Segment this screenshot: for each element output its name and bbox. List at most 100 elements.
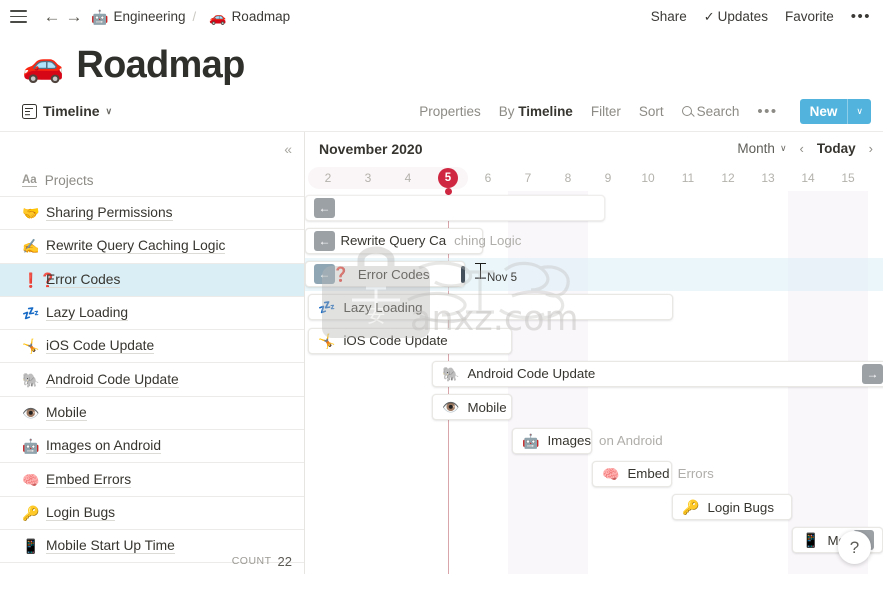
- scroll-left-badge-icon[interactable]: ←: [314, 197, 335, 218]
- timeline-day-cell[interactable]: 10: [628, 165, 668, 191]
- timeline-row: 🧠 Embed Errors: [305, 457, 883, 490]
- timeline-row: ✍️Rewrite Query Caching Logic←: [305, 224, 883, 257]
- timeline-bar[interactable]: 💤 Lazy Loading: [308, 294, 673, 321]
- search-button[interactable]: Search: [681, 104, 739, 119]
- sidebar-column-header[interactable]: Aa Projects: [0, 165, 304, 197]
- bar-emoji-icon: 🤖: [522, 432, 540, 449]
- top-bar-actions: Share ✓ Updates Favorite •••: [651, 9, 871, 25]
- timeline-day-cell[interactable]: 4: [388, 165, 428, 191]
- share-button[interactable]: Share: [651, 9, 687, 24]
- timeline-day-header: 2 3 4 5 6 7 8 9 10 11 12 13 14 15: [305, 165, 883, 191]
- day-number-label: 13: [761, 171, 775, 185]
- day-number-label: 6: [484, 171, 492, 185]
- project-title-label: Android Code Update: [46, 371, 179, 388]
- project-title-label: Lazy Loading: [46, 305, 129, 322]
- filter-button[interactable]: Filter: [591, 104, 621, 119]
- bar-title-label: Images: [547, 433, 592, 449]
- timeline-bar[interactable]: [305, 194, 605, 221]
- timeline-day-cell[interactable]: 7: [508, 165, 548, 191]
- project-emoji-icon: 🤖: [22, 438, 40, 455]
- scroll-right-badge-icon[interactable]: →: [862, 363, 883, 384]
- forward-arrow-icon[interactable]: →: [63, 8, 85, 25]
- project-title-label: Mobile: [46, 404, 87, 421]
- sidebar-row[interactable]: ✍️ Rewrite Query Caching Logic: [0, 230, 304, 264]
- sidebar-row[interactable]: 🤸 iOS Code Update: [0, 330, 304, 364]
- timeline-bar[interactable]: 🔑 Login Bugs: [672, 494, 792, 521]
- breadcrumb-item-engineering[interactable]: 🤖 Engineering: [91, 9, 186, 24]
- new-button[interactable]: New ∨: [799, 98, 871, 124]
- zoom-level-select[interactable]: Month ∨: [737, 141, 786, 156]
- timeline-day-cell[interactable]: 8: [548, 165, 588, 191]
- sidebar-row[interactable]: 👁️ Mobile: [0, 397, 304, 431]
- day-number-label: 15: [841, 171, 855, 185]
- sidebar-row[interactable]: 🧠 Embed Errors: [0, 463, 304, 497]
- view-tab-timeline[interactable]: Timeline ∨: [22, 103, 112, 119]
- sidebar-row[interactable]: 🔑 Login Bugs: [0, 497, 304, 530]
- timeline-day-cell[interactable]: 6: [468, 165, 508, 191]
- bar-emoji-icon: 🧠: [602, 465, 620, 482]
- bar-resize-handle[interactable]: [461, 265, 465, 283]
- bar-title-label: Android Code Update: [467, 366, 596, 382]
- page-title-row: 🚗 Roadmap: [0, 33, 883, 91]
- timeline-day-cell[interactable]: 2: [308, 165, 348, 191]
- breadcrumb-separator: /: [192, 9, 197, 24]
- help-button[interactable]: ?: [838, 531, 871, 564]
- toolbar-more-icon[interactable]: •••: [757, 104, 777, 119]
- chevron-down-icon: ∨: [779, 143, 787, 153]
- timeline-row: 🤖 Images on Android: [305, 424, 883, 457]
- bar-emoji-icon: 💤: [318, 299, 336, 316]
- today-button[interactable]: Today: [817, 141, 856, 156]
- project-emoji-icon: 🤝: [22, 205, 40, 222]
- scroll-left-badge-icon[interactable]: ←: [314, 230, 335, 251]
- timeline-day-cell[interactable]: 13: [748, 165, 788, 191]
- bar-emoji-icon: 🔑: [682, 499, 700, 516]
- sidebar-row[interactable]: 💤 Lazy Loading: [0, 297, 304, 331]
- sidebar-row[interactable]: ❗❓ Error Codes: [0, 263, 304, 297]
- robot-icon: 🤖: [91, 8, 109, 25]
- updates-button[interactable]: ✓ Updates: [704, 9, 768, 25]
- timeline-bar[interactable]: 🤖 Images on Android: [512, 427, 663, 454]
- scroll-left-badge-icon[interactable]: ←: [314, 264, 335, 285]
- timeline-day-cell[interactable]: 15: [828, 165, 868, 191]
- breadcrumb-label-engineering: Engineering: [113, 9, 186, 24]
- timeline-row: 📱Mobile→: [305, 524, 883, 557]
- timeline-bar[interactable]: 🧠 Embed Errors: [592, 460, 714, 487]
- back-arrow-icon[interactable]: ←: [41, 8, 63, 25]
- timeline-bar[interactable]: 🐘 Android Code Update: [432, 360, 883, 387]
- collapse-sidebar-icon[interactable]: «: [284, 141, 292, 157]
- updates-label: Updates: [717, 8, 768, 24]
- sidebar-row[interactable]: 🤖 Images on Android: [0, 430, 304, 464]
- timeline-day-cell[interactable]: 14: [788, 165, 828, 191]
- timeline-row: 💤 Lazy Loading: [305, 291, 883, 324]
- breadcrumb-label-roadmap: Roadmap: [231, 9, 291, 24]
- page-icon-car[interactable]: 🚗: [22, 48, 64, 82]
- prev-period-button[interactable]: ‹: [800, 141, 804, 156]
- by-timeline-button[interactable]: By Timeline: [499, 104, 573, 119]
- next-period-button[interactable]: ›: [869, 141, 873, 156]
- more-options-icon[interactable]: •••: [851, 9, 871, 24]
- drag-date-tooltip: Nov 5: [487, 271, 518, 284]
- project-emoji-icon: 🔑: [22, 504, 40, 521]
- favorite-button[interactable]: Favorite: [785, 9, 834, 24]
- sort-button[interactable]: Sort: [639, 104, 664, 119]
- breadcrumb-item-roadmap[interactable]: 🚗 Roadmap: [209, 9, 290, 24]
- bar-emoji-icon: 📱: [802, 532, 820, 549]
- menu-icon[interactable]: [10, 10, 27, 23]
- new-button-label: New: [809, 103, 838, 119]
- properties-button[interactable]: Properties: [419, 104, 481, 119]
- car-icon: 🚗: [209, 8, 227, 25]
- new-button-chevron-down-icon[interactable]: ∨: [848, 99, 871, 124]
- timeline-row: ❗❓Error Codes←Nov 5: [305, 257, 883, 291]
- sidebar-row[interactable]: 🐘 Android Code Update: [0, 363, 304, 397]
- timeline-day-cell[interactable]: 11: [668, 165, 708, 191]
- timeline-bar[interactable]: 👁️ Mobile: [432, 394, 512, 421]
- page-title[interactable]: Roadmap: [76, 44, 245, 87]
- project-title-label: Sharing Permissions: [46, 205, 173, 222]
- window-top-bar: ← → 🤖 Engineering / 🚗 Roadmap Share ✓ Upd…: [0, 0, 883, 33]
- timeline-day-cell[interactable]: 12: [708, 165, 748, 191]
- timeline-rows: ←✍️Rewrite Query Caching Logic←❗❓Error C…: [305, 191, 883, 574]
- sidebar-row[interactable]: 🤝 Sharing Permissions: [0, 197, 304, 231]
- timeline-bar[interactable]: 🤸 iOS Code Update: [308, 327, 512, 354]
- timeline-day-cell[interactable]: 9: [588, 165, 628, 191]
- timeline-day-cell[interactable]: 3: [348, 165, 388, 191]
